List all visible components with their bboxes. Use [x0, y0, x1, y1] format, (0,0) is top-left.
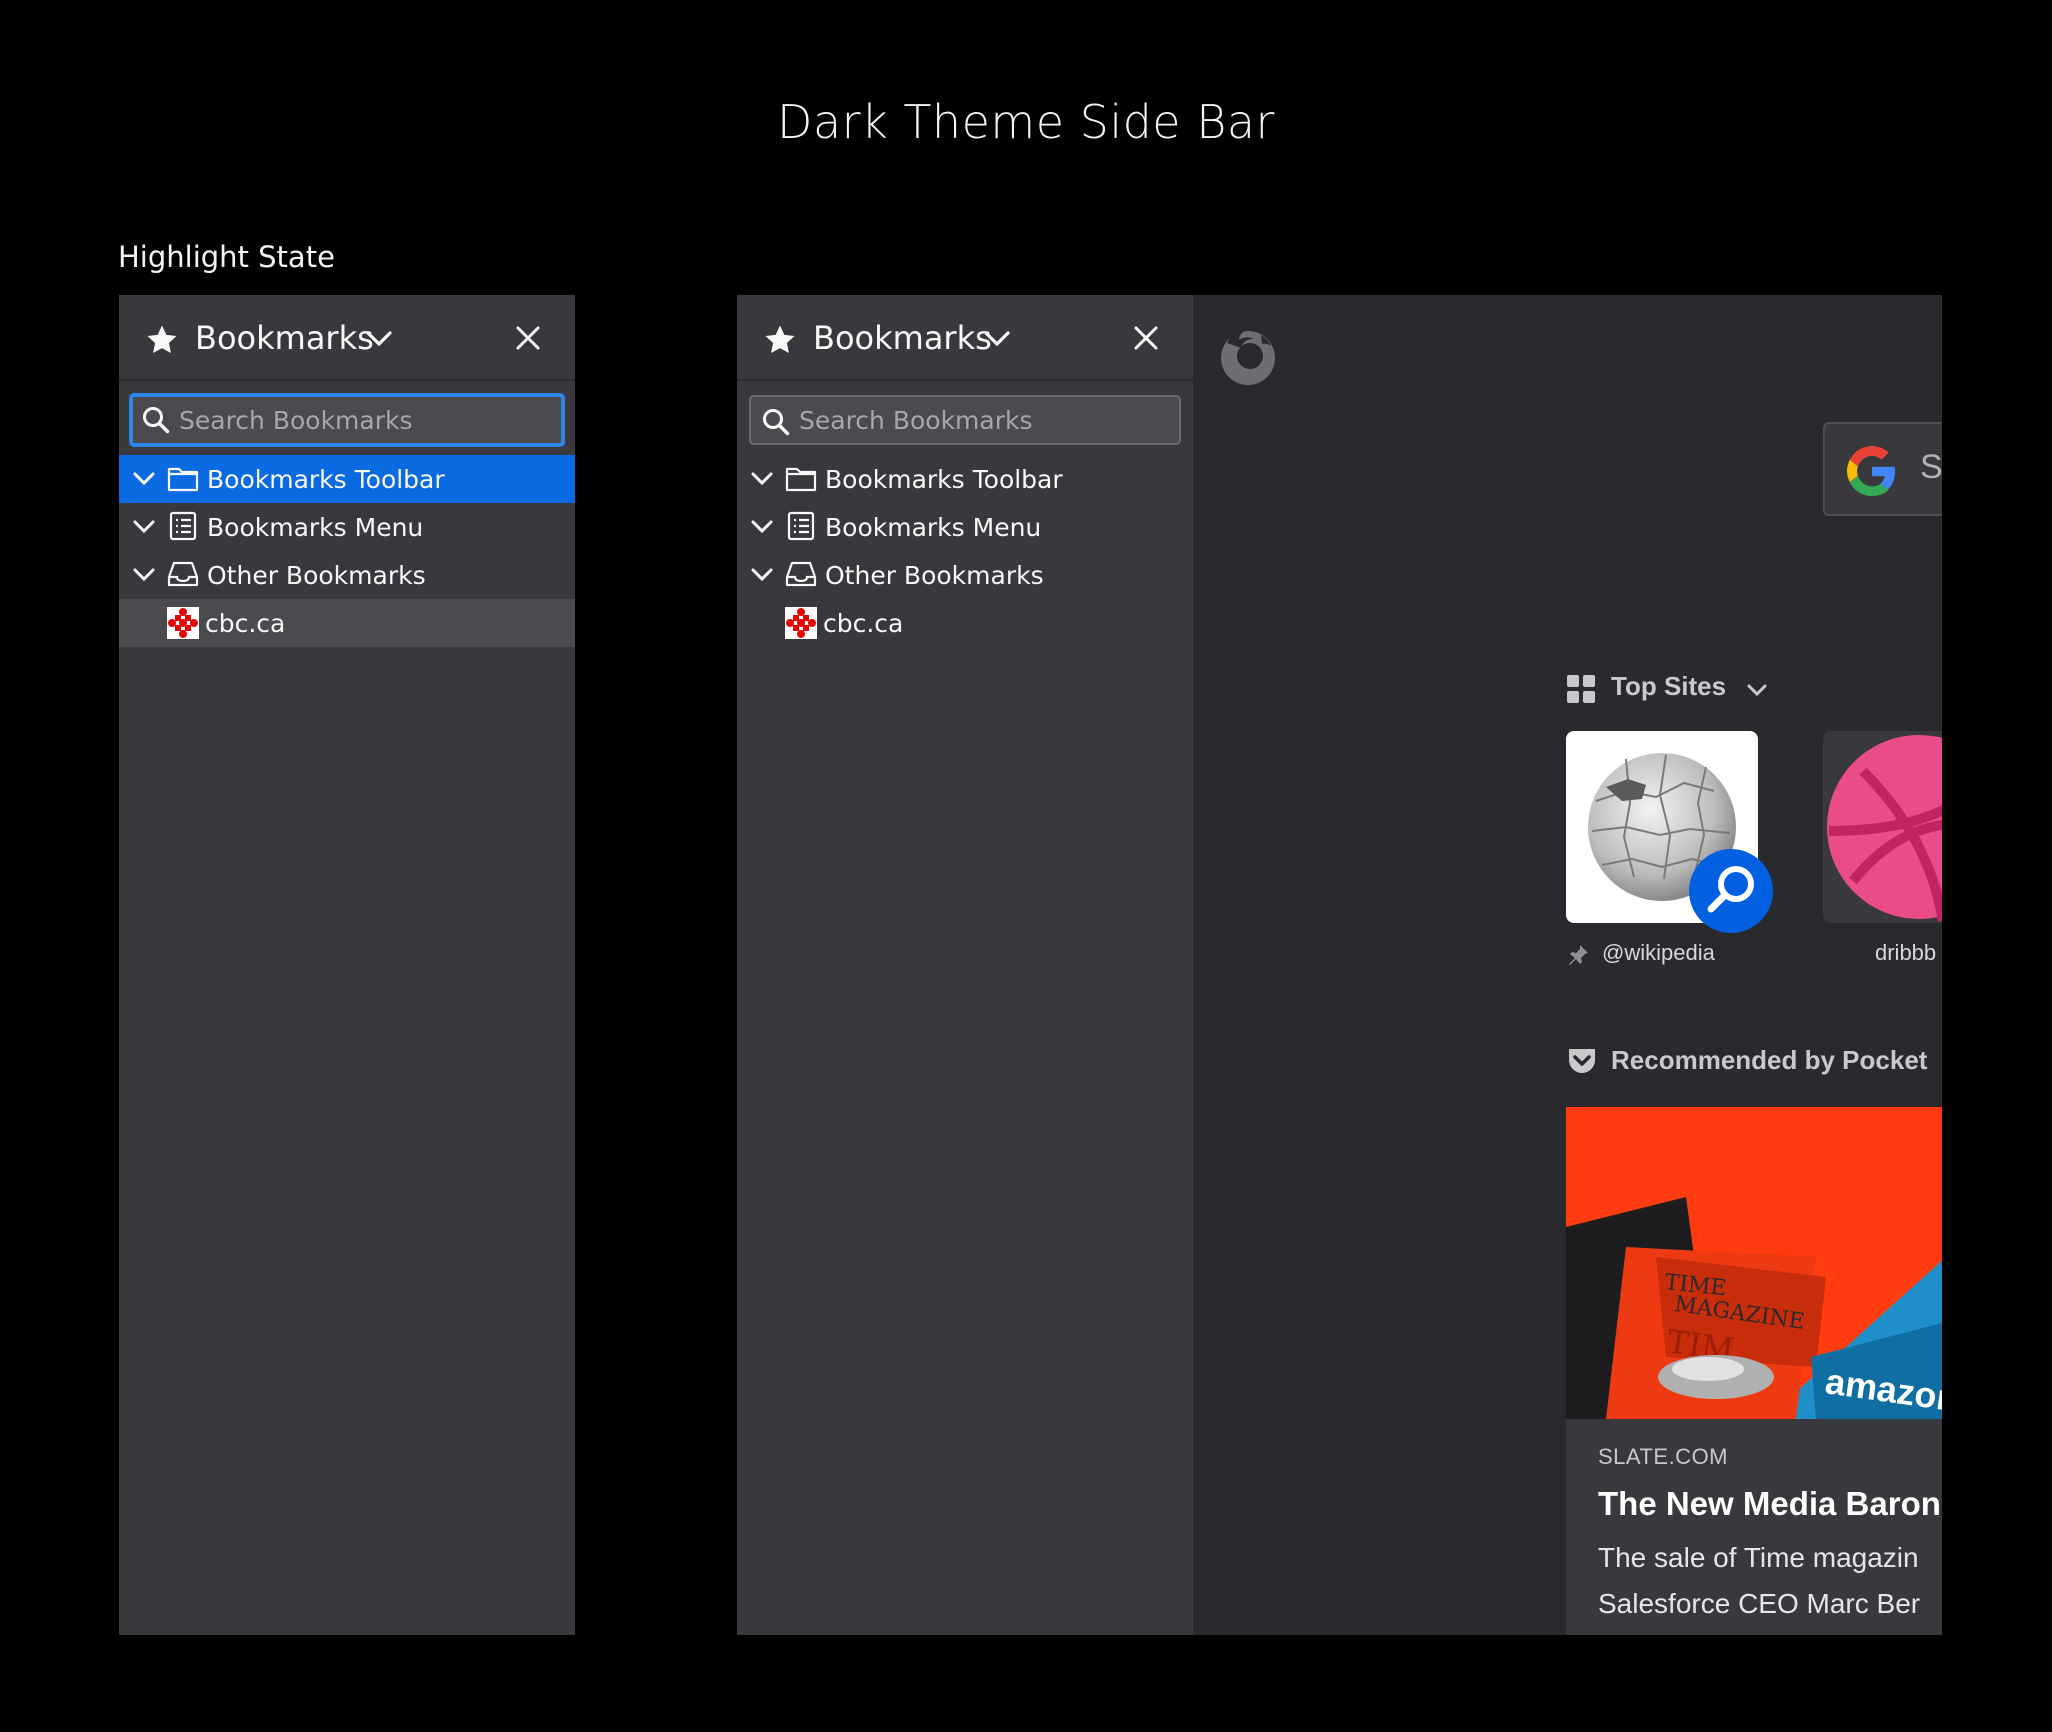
cbc-favicon-icon [785, 607, 817, 639]
chevron-down-icon[interactable] [133, 519, 155, 535]
tree-item-bookmarks-toolbar[interactable]: Bookmarks Toolbar [119, 455, 575, 503]
pocket-icon [1569, 1049, 1595, 1073]
sidebar-title-dropdown[interactable]: Bookmarks [813, 319, 992, 357]
page-title: Dark Theme Side Bar [777, 95, 1275, 149]
tree-item-bookmarks-menu[interactable]: Bookmarks Menu [737, 503, 1193, 551]
search-icon [143, 407, 170, 434]
sidebar-header: Bookmarks [737, 295, 1193, 381]
top-sites-grid-icon [1567, 675, 1595, 703]
tree-item-cbc[interactable]: cbc.ca [119, 599, 575, 647]
tree-item-label: cbc.ca [823, 609, 904, 638]
star-icon [147, 325, 177, 354]
search-input[interactable] [799, 397, 1159, 443]
story-source: SLATE.COM [1598, 1444, 1729, 1469]
search-bookmarks-field[interactable] [129, 393, 565, 447]
sidebar-header: Bookmarks [119, 295, 575, 381]
chevron-down-icon[interactable] [365, 329, 393, 349]
chevron-down-icon[interactable] [133, 471, 155, 487]
cbc-favicon-icon [167, 607, 199, 639]
tree-item-label: Bookmarks Toolbar [207, 465, 445, 494]
story-description-line: Salesforce CEO Marc Ber [1598, 1588, 1921, 1619]
tree-item-label: Bookmarks Menu [207, 513, 424, 542]
bookmarks-sidebar-default: Bookmarks Bookmarks Toolbar Bookmarks Me… [737, 295, 1193, 1635]
pocket-heading: Recommended by Pocket [1611, 1045, 1928, 1075]
chevron-down-icon[interactable] [133, 567, 155, 583]
close-icon[interactable] [515, 325, 541, 351]
pocket-story-card[interactable]: TIME MAGAZINE TIM amazon SLATE.COM The N… [1566, 1107, 1942, 1635]
new-tab-page: Se Top Sites @wikipedia dribbb Rec [1193, 295, 1942, 1635]
close-icon[interactable] [1133, 325, 1159, 351]
tree-item-label: cbc.ca [205, 609, 286, 638]
tree-item-bookmarks-toolbar[interactable]: Bookmarks Toolbar [737, 455, 1193, 503]
firefox-logo-icon [1221, 330, 1275, 385]
tree-item-other-bookmarks[interactable]: Other Bookmarks [119, 551, 575, 599]
tree-item-label: Other Bookmarks [825, 561, 1044, 590]
other-bookmarks-icon [167, 561, 199, 587]
story-title: The New Media Baron [1598, 1485, 1941, 1522]
top-site-tile-dribbble[interactable] [1823, 731, 1942, 923]
story-description: The sale of Time magazin Salesforce CEO … [1598, 1535, 1920, 1627]
chevron-down-icon[interactable] [751, 471, 773, 487]
search-partial-text: Se [1920, 448, 1942, 486]
google-icon [1847, 446, 1896, 496]
bookmarks-menu-icon [169, 511, 197, 541]
chevron-down-icon[interactable] [983, 329, 1011, 349]
search-shortcut-badge-icon [1689, 849, 1773, 933]
bookmarks-menu-icon [787, 511, 815, 541]
chevron-down-icon[interactable] [1747, 683, 1767, 697]
top-site-label: dribbb [1875, 940, 1937, 965]
tree-item-label: Other Bookmarks [207, 561, 426, 590]
dribbble-logo-icon [1827, 735, 1942, 922]
search-bookmarks-field[interactable] [749, 395, 1181, 445]
top-site-label: @wikipedia [1602, 940, 1715, 965]
chevron-down-icon[interactable] [751, 519, 773, 535]
tree-item-other-bookmarks[interactable]: Other Bookmarks [737, 551, 1193, 599]
chevron-down-icon[interactable] [751, 567, 773, 583]
bookmarks-sidebar-highlight: Bookmarks Bookmarks Toolbar Bookmarks Me… [119, 295, 575, 1635]
pin-icon [1569, 945, 1588, 965]
story-description-line: The sale of Time magazin [1598, 1542, 1919, 1573]
section-label: Highlight State [118, 240, 335, 274]
folder-icon [785, 467, 817, 492]
search-input[interactable] [179, 397, 539, 443]
tree-item-cbc[interactable]: cbc.ca [737, 599, 1193, 647]
star-icon [765, 325, 795, 354]
search-icon [763, 409, 790, 436]
top-sites-heading[interactable]: Top Sites [1611, 671, 1726, 702]
folder-icon [167, 467, 199, 492]
tree-item-label: Bookmarks Toolbar [825, 465, 1063, 494]
other-bookmarks-icon [785, 561, 817, 587]
sidebar-title-dropdown[interactable]: Bookmarks [195, 319, 374, 357]
tree-item-label: Bookmarks Menu [825, 513, 1042, 542]
tree-item-bookmarks-menu[interactable]: Bookmarks Menu [119, 503, 575, 551]
google-search-box[interactable]: Se [1823, 422, 1942, 516]
story-image: TIME MAGAZINE TIM amazon [1566, 1107, 1942, 1419]
